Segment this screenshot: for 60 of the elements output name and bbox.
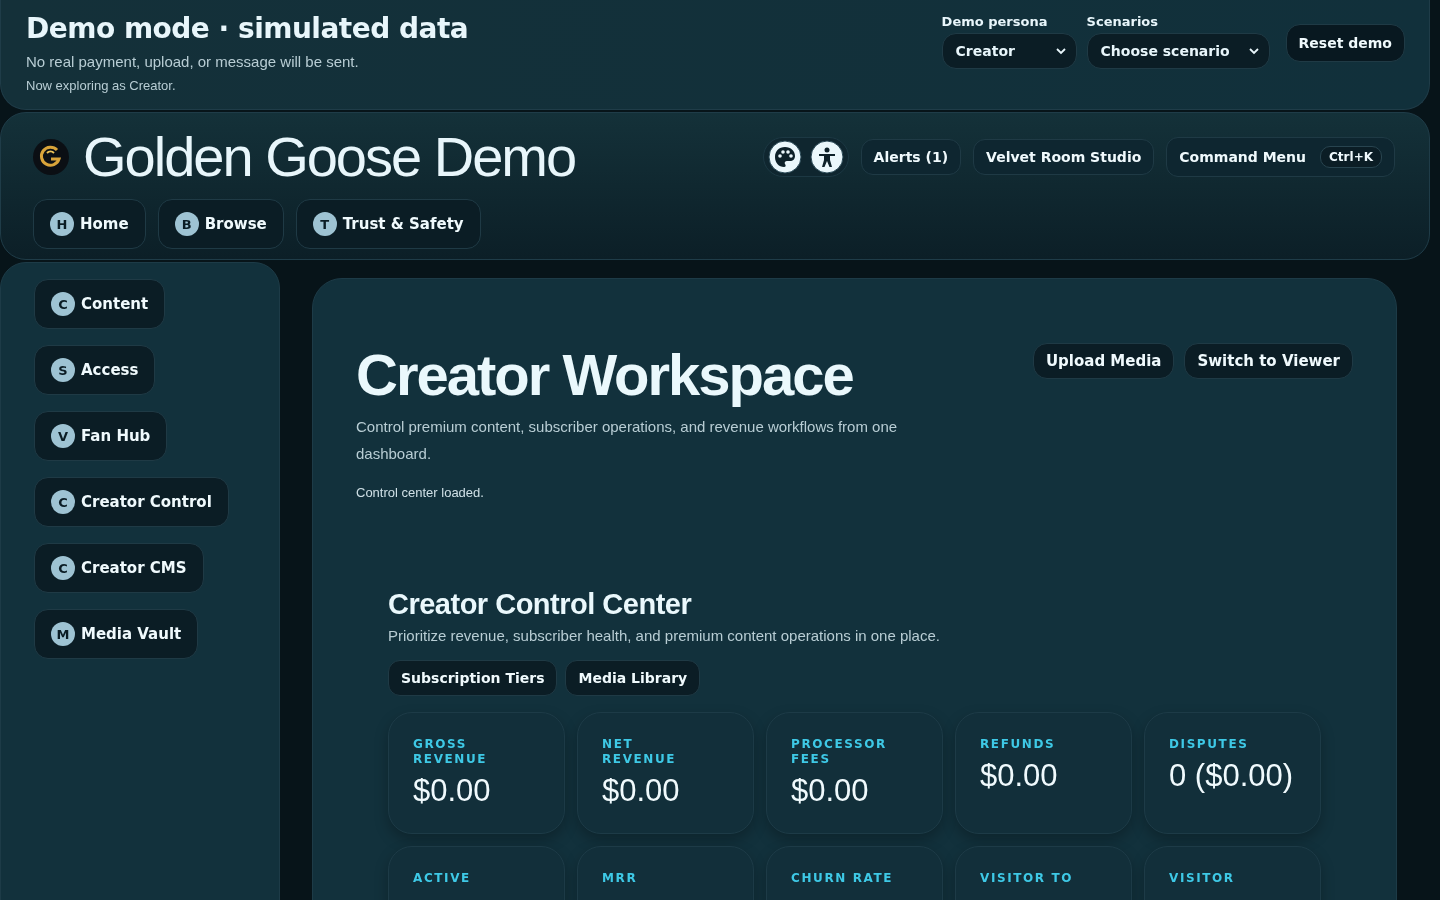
- nav-link[interactable]: B Browse: [157, 199, 284, 249]
- chevron-icon: [1248, 47, 1259, 55]
- metric-label: NET REVENUE: [602, 737, 678, 767]
- dropdown[interactable]: Creator: [941, 33, 1077, 69]
- section-title: Creator Control Center: [388, 588, 693, 621]
- nav-link[interactable]: H Home: [33, 199, 146, 249]
- chevron-icon: [1055, 47, 1066, 55]
- metric-label: PROCESSOR FEES: [791, 737, 888, 767]
- letter-badge: V: [51, 424, 75, 448]
- sidebar-item[interactable]: M Media Vault: [34, 609, 199, 659]
- letter-badge: C: [51, 292, 75, 316]
- select-label: Scenarios: [1086, 13, 1160, 29]
- status-message: Control center loaded.: [356, 485, 485, 500]
- metric-value: $0.00: [791, 773, 870, 809]
- dropdown[interactable]: Choose scenario: [1086, 33, 1270, 69]
- action-button[interactable]: Upload Media: [1032, 343, 1175, 379]
- letter-badge: H: [50, 212, 74, 236]
- metric-label: DISPUTES: [1169, 737, 1250, 752]
- persona-note: Now exploring as Creator.: [26, 78, 177, 93]
- command-menu-button[interactable]: Command Menu Ctrl+K: [1166, 137, 1395, 177]
- banner-subtitle: No real payment, upload, or message will be sent.: [26, 53, 360, 70]
- nav-link[interactable]: T Trust & Safety: [295, 199, 481, 249]
- letter-badge: C: [51, 490, 75, 514]
- logo-icon: [33, 139, 69, 175]
- banner-title: Demo mode · simulated data: [26, 12, 469, 45]
- metric-label: GROSS REVENUE: [413, 737, 489, 767]
- section-tab[interactable]: Media Library: [565, 660, 701, 696]
- page-title: Creator Workspace: [356, 341, 854, 409]
- action-button[interactable]: Switch to Viewer: [1184, 343, 1353, 379]
- letter-badge: T: [312, 212, 337, 236]
- select-label: Demo persona: [941, 13, 1049, 29]
- metric-value: $0.00: [602, 773, 681, 809]
- reset-button[interactable]: Reset demo: [1285, 24, 1405, 62]
- letter-badge: S: [51, 358, 75, 382]
- accessibility-icon[interactable]: [809, 140, 844, 174]
- metric-label: VISITOR: [1169, 871, 1236, 886]
- metric-value: 0 ($0.00): [1169, 758, 1295, 794]
- metric-label: CHURN RATE: [791, 871, 895, 886]
- metric-label: REFUNDS: [980, 737, 1057, 752]
- page-description: Control premium content, subscriber operations, and revenue workflows from one dashboard.: [356, 417, 899, 464]
- header-button[interactable]: Alerts (1): [860, 139, 962, 175]
- palette-icon[interactable]: [767, 140, 802, 174]
- sidebar-item[interactable]: V Fan Hub: [34, 411, 168, 461]
- sidebar-item[interactable]: C Content: [34, 279, 166, 329]
- metric-label: VISITOR TO: [980, 871, 1075, 886]
- sidebar-item[interactable]: C Creator CMS: [34, 543, 204, 593]
- brand-name: Golden Goose Demo: [83, 127, 576, 187]
- section-description: Prioritize revenue, subscriber health, and premium content operations in one place.: [388, 627, 941, 644]
- metric-label: ACTIVE: [413, 871, 472, 886]
- sidebar-item[interactable]: C Creator Control: [34, 477, 229, 527]
- letter-badge: B: [174, 212, 199, 236]
- letter-badge: C: [51, 556, 75, 580]
- metric-value: $0.00: [413, 773, 492, 809]
- metric-label: MRR: [602, 871, 639, 886]
- letter-badge: M: [51, 622, 75, 646]
- metric-value: $0.00: [980, 758, 1059, 794]
- shortcut-key: Ctrl+K: [1320, 146, 1382, 168]
- sidebar-item[interactable]: S Access: [34, 345, 156, 395]
- header-button[interactable]: Velvet Room Studio: [973, 139, 1155, 175]
- section-tab[interactable]: Subscription Tiers: [388, 660, 558, 696]
